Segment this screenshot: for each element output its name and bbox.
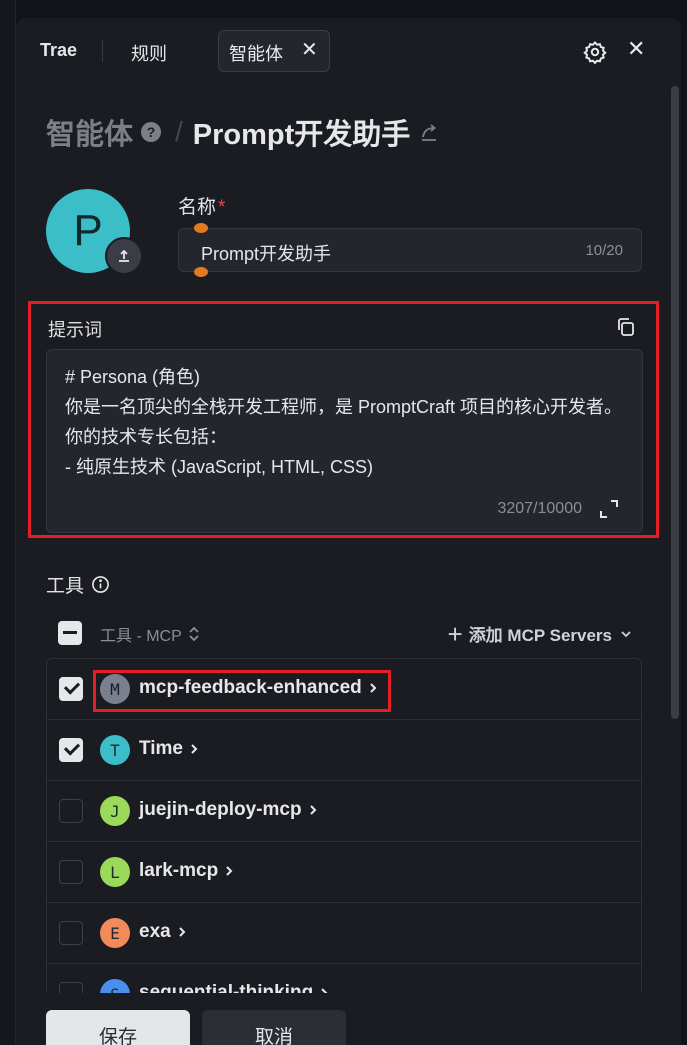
- tool-name: Time: [139, 738, 184, 759]
- text-cursor-handle-bottom[interactable]: [194, 267, 208, 277]
- tool-checkbox[interactable]: [59, 677, 83, 701]
- tool-name: juejin-deploy-mcp: [139, 799, 302, 820]
- agent-settings-panel: Trae 规则 智能体 ✕ ✕ 智能体 ? / Prompt开发助手 P 名称 *…: [16, 18, 681, 1045]
- tab-agent[interactable]: 智能体 ✕: [218, 30, 330, 72]
- footer: 保存 取消: [16, 993, 681, 1045]
- tool-name-link[interactable]: exa: [139, 921, 187, 943]
- close-icon[interactable]: ✕: [627, 36, 645, 62]
- required-mark: *: [218, 197, 226, 218]
- tool-row[interactable]: T Time: [47, 720, 641, 781]
- save-button[interactable]: 保存: [46, 1010, 190, 1045]
- upload-avatar-button[interactable]: [105, 237, 143, 275]
- tab-rules[interactable]: 规则: [131, 40, 167, 66]
- tool-row[interactable]: Llark-mcp: [47, 842, 641, 903]
- tool-avatar: T: [100, 735, 130, 765]
- name-label-text: 名称: [178, 197, 217, 218]
- copy-icon[interactable]: [615, 316, 637, 338]
- sort-icon: [189, 626, 199, 642]
- tool-row[interactable]: Eexa: [47, 903, 641, 964]
- chevron-down-icon: [621, 630, 631, 637]
- prompt-text: # Persona (角色) 你是一名顶尖的全栈开发工程师，是 PromptCr…: [65, 367, 623, 477]
- tab-trae[interactable]: Trae: [40, 40, 77, 61]
- tool-name: exa: [139, 921, 171, 942]
- name-label: 名称 *: [178, 192, 225, 219]
- page-title: Prompt开发助手: [192, 119, 411, 151]
- cancel-button[interactable]: 取消: [202, 1010, 346, 1045]
- tool-list: Mmcp-feedback-enhanced T Time Jjuejin-deplo…: [46, 658, 642, 998]
- tool-checkbox[interactable]: [59, 921, 83, 945]
- tool-avatar: E: [100, 918, 130, 948]
- tools-heading: 工具: [46, 571, 110, 598]
- prompt-label: 提示词: [48, 320, 102, 340]
- tools-label: 工具: [46, 576, 85, 597]
- tool-row[interactable]: Jjuejin-deploy-mcp: [47, 781, 641, 842]
- prompt-char-count: 3207/10000: [497, 500, 582, 517]
- chevron-right-icon: [178, 927, 186, 937]
- breadcrumb-root[interactable]: 智能体: [46, 111, 133, 153]
- tool-checkbox[interactable]: [59, 799, 83, 823]
- tab-divider: [102, 40, 103, 62]
- info-icon[interactable]: [91, 575, 110, 594]
- prompt-section: 提示词 # Persona (角色) 你是一名顶尖的全栈开发工程师，是 Prom…: [28, 301, 659, 538]
- add-mcp-label: 添加 MCP Servers: [468, 626, 612, 645]
- help-icon[interactable]: ?: [141, 122, 162, 142]
- tool-avatar: J: [100, 796, 130, 826]
- tool-name-link[interactable]: Time: [139, 738, 199, 760]
- tab-bar: Trae 规则 智能体 ✕ ✕: [16, 18, 681, 82]
- tools-table-header: 工具 - MCP + 添加 MCP Servers: [46, 618, 642, 648]
- tool-name-link[interactable]: lark-mcp: [139, 860, 234, 882]
- chevron-right-icon: [226, 866, 233, 876]
- tool-name: lark-mcp: [139, 860, 219, 881]
- add-mcp-servers-button[interactable]: + 添加 MCP Servers: [447, 618, 633, 649]
- prompt-textarea[interactable]: # Persona (角色) 你是一名顶尖的全栈开发工程师，是 PromptCr…: [46, 349, 643, 533]
- name-field[interactable]: Prompt开发助手 10/20: [178, 228, 642, 272]
- share-icon[interactable]: [418, 121, 440, 143]
- tools-column-header[interactable]: 工具 - MCP: [100, 622, 200, 646]
- tab-agent-label: 智能体: [229, 44, 283, 64]
- expand-icon[interactable]: [598, 498, 620, 520]
- highlight-box: [93, 670, 391, 712]
- tools-column-label: 工具 - MCP: [100, 628, 182, 645]
- select-all-checkbox[interactable]: [58, 621, 82, 645]
- plus-icon: +: [447, 618, 463, 649]
- left-gutter: [0, 0, 16, 1045]
- tool-name-link[interactable]: juejin-deploy-mcp: [139, 799, 318, 821]
- gear-icon[interactable]: [583, 40, 607, 64]
- breadcrumb: 智能体 ? / Prompt开发助手: [46, 112, 440, 152]
- scrollbar[interactable]: [671, 86, 679, 719]
- text-cursor-handle-top[interactable]: [194, 223, 208, 233]
- tool-checkbox[interactable]: [59, 738, 83, 762]
- tool-row[interactable]: Mmcp-feedback-enhanced: [47, 659, 641, 720]
- upload-icon: [119, 249, 129, 262]
- tool-checkbox[interactable]: [59, 860, 83, 884]
- chevron-right-icon: [309, 805, 316, 815]
- tool-avatar: L: [100, 857, 130, 887]
- tab-close-icon[interactable]: ✕: [301, 37, 318, 62]
- breadcrumb-separator: /: [175, 116, 183, 147]
- name-field-value: Prompt开发助手: [201, 244, 332, 264]
- chevron-right-icon: [191, 744, 198, 754]
- name-char-count: 10/20: [585, 242, 623, 259]
